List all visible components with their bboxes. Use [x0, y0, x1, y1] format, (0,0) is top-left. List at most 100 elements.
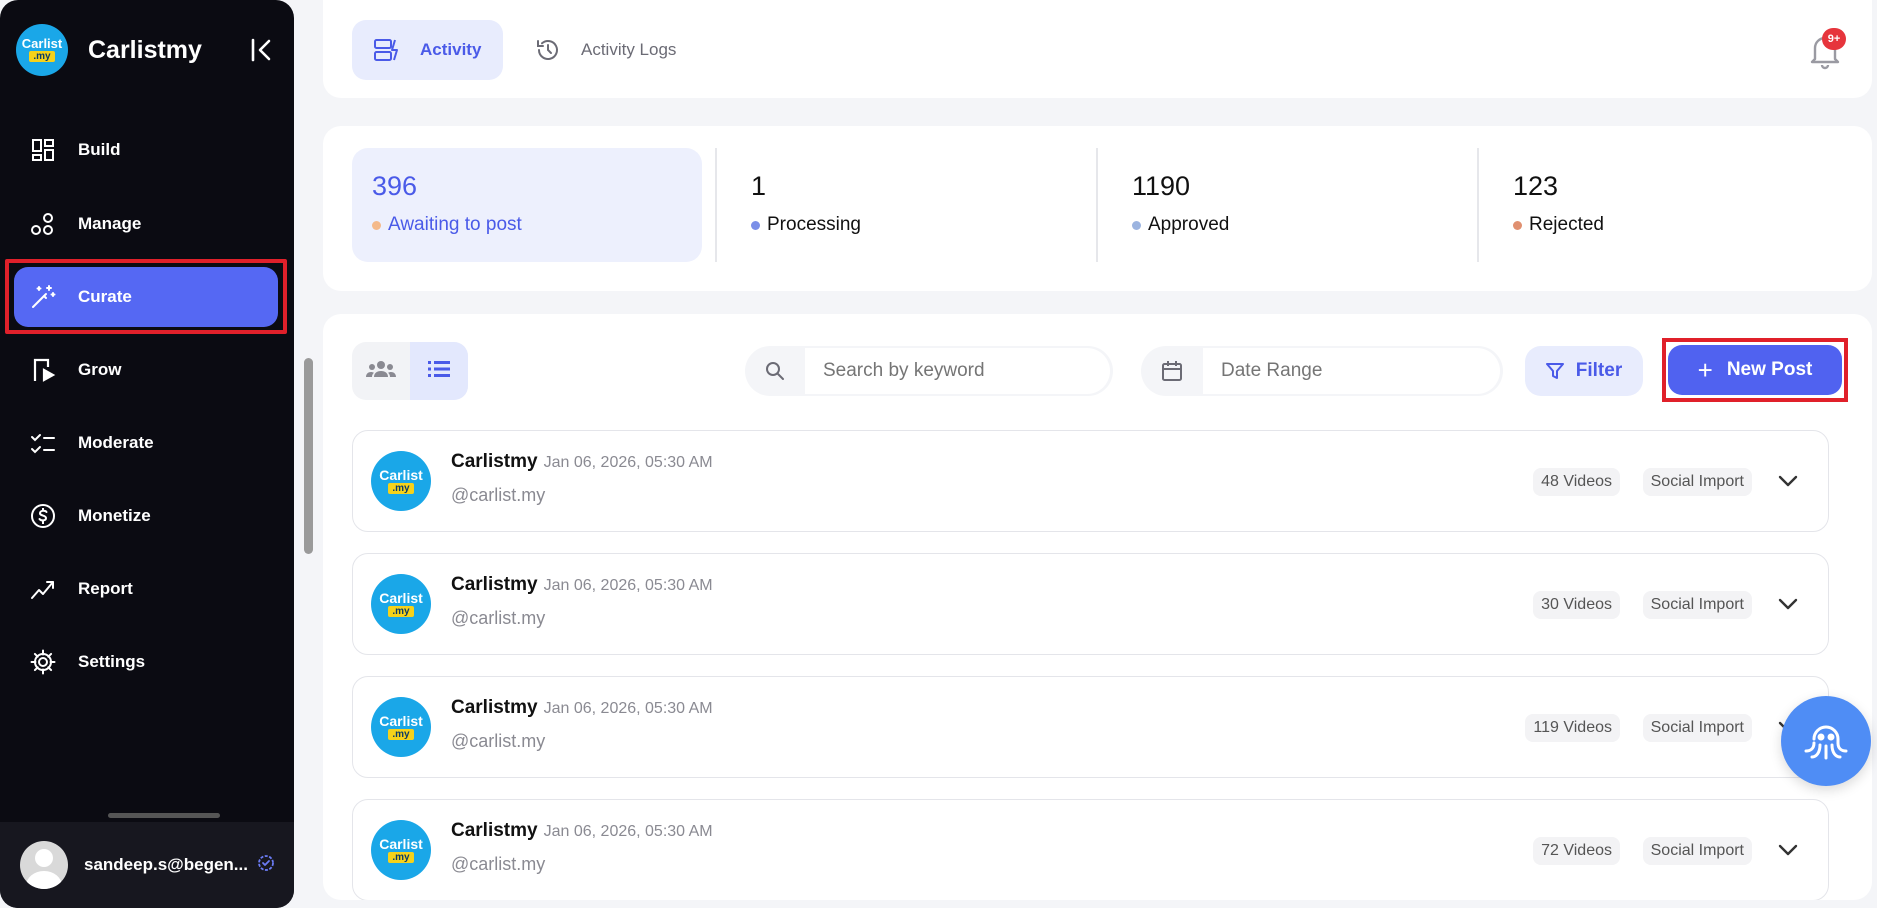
- stat-label: Processing: [767, 214, 861, 235]
- status-dot: [1513, 220, 1522, 230]
- brand-name: Carlistmy: [88, 35, 202, 64]
- view-toggle: [352, 342, 468, 400]
- video-count-badge: 72 Videos: [1533, 837, 1620, 865]
- sidebar-item-moderate[interactable]: Moderate: [14, 413, 278, 473]
- sidebar: Carlist .my Carlistmy Build Manage Curat…: [0, 0, 294, 908]
- stat-processing[interactable]: 1 Processing: [731, 148, 1091, 262]
- logo-text-top: Carlist: [21, 36, 63, 51]
- divider: [1096, 148, 1098, 262]
- filter-button[interactable]: Filter: [1525, 346, 1643, 396]
- sidebar-item-label: Grow: [78, 360, 122, 379]
- sidebar-item-grow[interactable]: Grow: [14, 340, 278, 400]
- highlight-frame-curate: [5, 259, 287, 334]
- sidebar-item-manage[interactable]: Manage: [14, 194, 278, 254]
- users-group-icon: [366, 359, 396, 384]
- sidebar-item-label: Manage: [78, 214, 142, 233]
- post-date: Jan 06, 2026, 05:30 AM: [543, 700, 713, 717]
- post-date: Jan 06, 2026, 05:30 AM: [543, 454, 713, 471]
- post-avatar: Carlist .my: [371, 451, 431, 511]
- gear-icon: [30, 649, 56, 675]
- list-item[interactable]: Carlist .my Carlistmy Jan 06, 2026, 05:30 …: [352, 799, 1829, 900]
- brand-logo: Carlist .my: [16, 24, 68, 76]
- stats-panel: 396 Awaiting to post 1 Processing 1190 A…: [323, 126, 1872, 291]
- checklist-icon: [30, 430, 56, 456]
- stat-value: 123: [1513, 171, 1559, 201]
- source-badge: Social Import: [1642, 591, 1752, 619]
- notification-badge: 9+: [1822, 28, 1846, 50]
- post-author: Carlistmy Jan 06, 2026, 05:30 AM: [451, 820, 713, 841]
- stat-approved[interactable]: 1190 Approved: [1112, 148, 1472, 262]
- date-range-input[interactable]: [1203, 348, 1500, 394]
- post-handle: @carlist.my: [451, 854, 546, 874]
- post-avatar: Carlist .my: [371, 574, 431, 634]
- brand[interactable]: Carlist .my Carlistmy: [16, 24, 202, 76]
- sidebar-item-monetize[interactable]: Monetize: [14, 486, 278, 546]
- header: Activity Activity Logs 9+: [323, 0, 1872, 98]
- collapse-sidebar-icon[interactable]: [248, 36, 276, 64]
- date-range-box: [1141, 346, 1503, 396]
- sidebar-item-label: Report: [78, 579, 133, 598]
- assistant-octopus-icon[interactable]: [1781, 696, 1871, 786]
- list-item[interactable]: Carlist .my Carlistmy Jan 06, 2026, 05:30 …: [352, 553, 1829, 655]
- new-post-button[interactable]: + New Post: [1668, 345, 1842, 395]
- tab-label: Activity: [420, 40, 482, 59]
- video-count-badge: 30 Videos: [1533, 591, 1620, 619]
- sidebar-item-report[interactable]: Report: [14, 559, 278, 619]
- stat-label: Approved: [1148, 214, 1230, 235]
- post-handle: @carlist.my: [451, 608, 546, 628]
- sidebar-item-build[interactable]: Build: [14, 120, 278, 180]
- stat-awaiting[interactable]: 396 Awaiting to post: [352, 148, 702, 262]
- sidebar-item-settings[interactable]: Settings: [14, 632, 278, 692]
- post-author: Carlistmy Jan 06, 2026, 05:30 AM: [451, 451, 713, 472]
- user-profile[interactable]: sandeep.s@begen...: [0, 822, 294, 908]
- post-date: Jan 06, 2026, 05:30 AM: [543, 577, 713, 594]
- phone-play-icon: [30, 357, 56, 383]
- sidebar-scrollbar[interactable]: [108, 813, 220, 818]
- post-date: Jan 06, 2026, 05:30 AM: [543, 823, 713, 840]
- sidebar-item-label: Build: [78, 140, 121, 159]
- search-icon: [745, 361, 805, 381]
- chevron-down-icon[interactable]: [1774, 836, 1802, 864]
- status-dot: [751, 220, 760, 230]
- source-badge: Social Import: [1642, 468, 1752, 496]
- user-email: sandeep.s@begen...: [84, 855, 248, 874]
- list-item[interactable]: Carlist .my Carlistmy Jan 06, 2026, 05:30 …: [352, 430, 1829, 532]
- list-icon: [428, 360, 450, 383]
- nodes-icon: [30, 211, 56, 237]
- group-view-button[interactable]: [352, 342, 410, 400]
- page-scrollbar[interactable]: [304, 358, 313, 554]
- search-input[interactable]: [805, 348, 1110, 394]
- history-icon: [535, 37, 561, 63]
- status-dot: [372, 220, 381, 230]
- chevron-down-icon[interactable]: [1774, 590, 1802, 618]
- list-view-button[interactable]: [410, 342, 468, 400]
- stat-label: Rejected: [1529, 214, 1604, 235]
- video-count-badge: 119 Videos: [1525, 714, 1620, 742]
- dashboard-grid-icon: [30, 137, 56, 163]
- logo-text-bottom: .my: [29, 51, 55, 62]
- video-count-badge: 48 Videos: [1533, 468, 1620, 496]
- tab-activity[interactable]: Activity: [352, 20, 504, 80]
- post-handle: @carlist.my: [451, 731, 546, 751]
- tab-label: Activity Logs: [581, 40, 677, 59]
- chevron-down-icon[interactable]: [1774, 467, 1802, 495]
- source-badge: Social Import: [1642, 714, 1752, 742]
- post-author: Carlistmy Jan 06, 2026, 05:30 AM: [451, 574, 713, 595]
- verified-badge-icon: [257, 854, 275, 877]
- filter-label: Filter: [1575, 360, 1623, 381]
- calendar-icon[interactable]: [1141, 360, 1203, 382]
- stat-value: 1: [751, 171, 767, 201]
- tab-activity-logs[interactable]: Activity Logs: [513, 20, 698, 80]
- post-author: Carlistmy Jan 06, 2026, 05:30 AM: [451, 697, 713, 718]
- post-handle: @carlist.my: [451, 485, 546, 505]
- dollar-circle-icon: [30, 503, 56, 529]
- source-badge: Social Import: [1642, 837, 1752, 865]
- new-post-label: New Post: [1726, 359, 1813, 380]
- search-box: [745, 346, 1113, 396]
- sidebar-item-label: Monetize: [78, 506, 151, 525]
- stat-rejected[interactable]: 123 Rejected: [1493, 148, 1853, 262]
- posts-panel: Filter + New Post Carlist.my CarlistmyJa…: [323, 314, 1872, 900]
- list-item[interactable]: Carlist .my Carlistmy Jan 06, 2026, 05:30 …: [352, 676, 1829, 778]
- divider: [1477, 148, 1479, 262]
- funnel-icon: [1545, 362, 1564, 380]
